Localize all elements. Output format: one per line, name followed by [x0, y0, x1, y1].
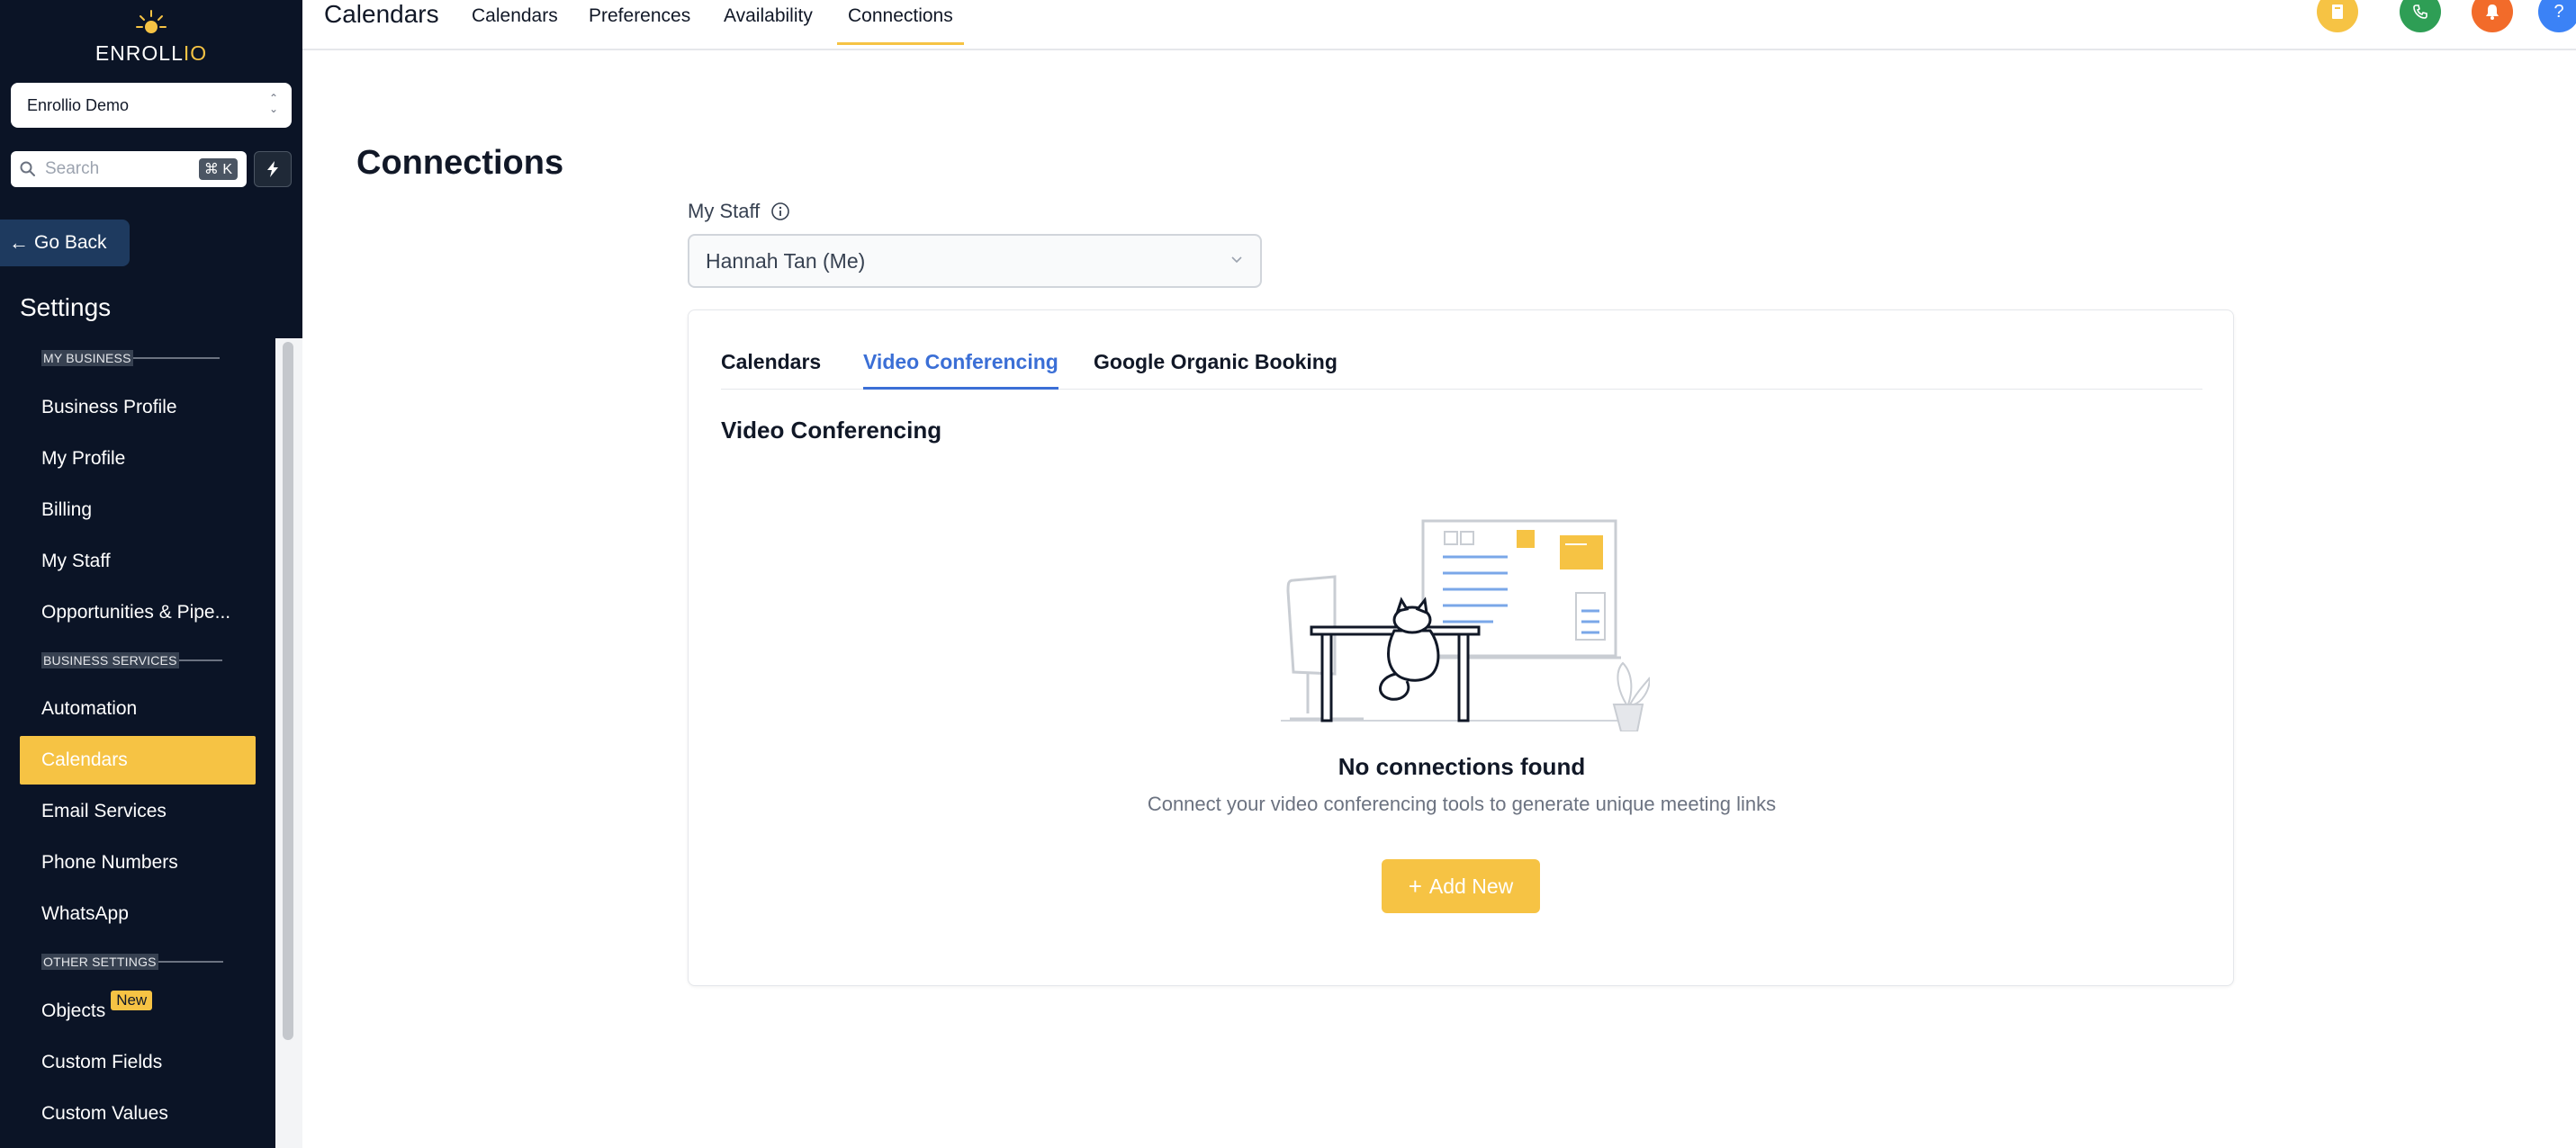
sun-logo-icon — [136, 10, 167, 33]
card-tab-calendars[interactable]: Calendars — [721, 350, 821, 390]
new-badge: New — [111, 991, 153, 1010]
book-icon[interactable] — [2317, 0, 2358, 32]
tab-connections[interactable]: Connections — [837, 4, 964, 45]
sidebar-scrollbar-thumb[interactable] — [283, 342, 293, 1040]
card-tab-google-organic-booking[interactable]: Google Organic Booking — [1094, 350, 1338, 390]
plus-icon: + — [1408, 872, 1422, 900]
sidebar-item-email-services[interactable]: Email Services — [41, 794, 167, 830]
top-bar: Calendars Calendars Preferences Availabi… — [302, 0, 2576, 50]
go-back-label: Go Back — [34, 232, 107, 253]
staff-select-value: Hannah Tan (Me) — [706, 248, 866, 273]
search-placeholder: Search — [45, 159, 100, 178]
empty-state-subtitle: Connect your video conferencing tools to… — [1147, 793, 1777, 815]
page-title: Connections — [356, 144, 564, 182]
chevron-down-icon — [1231, 256, 1242, 264]
sidebar-item-objects[interactable]: Objects New — [41, 991, 153, 1029]
sidebar-item-my-profile[interactable]: My Profile — [41, 441, 125, 477]
section-my-business: MY BUSINESS — [41, 349, 220, 367]
section-heading: Video Conferencing — [721, 417, 942, 444]
sidebar-item-automation[interactable]: Automation — [41, 691, 137, 727]
brand-logo: ENROLLIO — [0, 7, 302, 65]
sidebar-item-phone-numbers[interactable]: Phone Numbers — [41, 845, 178, 881]
search-shortcut: ⌘ K — [198, 158, 238, 180]
connections-card: Calendars Video Conferencing Google Orga… — [688, 309, 2234, 986]
section-business-services: BUSINESS SERVICES — [41, 651, 222, 669]
section-other-settings: OTHER SETTINGS — [41, 953, 223, 971]
sidebar-item-objects-label: Objects — [41, 1000, 106, 1021]
settings-title: Settings — [20, 293, 112, 321]
sidebar-item-billing[interactable]: Billing — [41, 492, 92, 528]
brand-wordmark: ENROLLIO — [95, 41, 208, 65]
add-new-label: Add New — [1428, 874, 1514, 898]
search-input[interactable]: Search ⌘ K — [11, 151, 247, 187]
go-back-button[interactable]: ← Go Back — [0, 220, 130, 266]
info-icon[interactable] — [770, 202, 790, 221]
lightning-icon — [267, 161, 278, 177]
tab-calendars[interactable]: Calendars — [472, 4, 558, 29]
empty-state-title: No connections found — [1338, 753, 1586, 780]
account-switcher[interactable]: Enrollio Demo ⌃ ⌄ — [11, 83, 292, 128]
tab-availability[interactable]: Availability — [724, 4, 813, 29]
sidebar: ENROLLIO Enrollio Demo ⌃ ⌄ Search ⌘ K ← G… — [0, 0, 302, 1148]
updown-chevron-icon: ⌃ ⌄ — [268, 92, 279, 115]
app-title: Calendars — [324, 0, 439, 28]
empty-state-illustration — [1281, 519, 1650, 731]
card-tabs: Calendars Video Conferencing Google Orga… — [721, 350, 2202, 390]
search-icon — [20, 161, 35, 176]
sidebar-item-whatsapp[interactable]: WhatsApp — [41, 896, 129, 932]
phone-icon[interactable] — [2400, 0, 2441, 32]
sidebar-item-calendars[interactable]: Calendars — [20, 736, 256, 785]
arrow-left-icon: ← — [9, 231, 29, 254]
sidebar-item-opportunities[interactable]: Opportunities & Pipe... — [41, 595, 230, 631]
account-name: Enrollio Demo — [27, 95, 130, 114]
bell-icon[interactable] — [2472, 0, 2513, 32]
help-icon[interactable]: ? — [2538, 0, 2576, 32]
staff-select[interactable]: Hannah Tan (Me) — [688, 234, 1262, 288]
sidebar-item-custom-values[interactable]: Custom Values — [41, 1096, 168, 1132]
sidebar-item-my-staff[interactable]: My Staff — [41, 543, 111, 579]
staff-label: My Staff — [688, 200, 790, 223]
add-new-button[interactable]: + Add New — [1382, 859, 1540, 913]
sidebar-item-business-profile[interactable]: Business Profile — [41, 390, 177, 426]
card-tab-video-conferencing[interactable]: Video Conferencing — [863, 350, 1058, 390]
sidebar-item-custom-fields[interactable]: Custom Fields — [41, 1045, 162, 1081]
tab-preferences[interactable]: Preferences — [589, 4, 690, 29]
quick-actions-button[interactable] — [254, 151, 292, 187]
